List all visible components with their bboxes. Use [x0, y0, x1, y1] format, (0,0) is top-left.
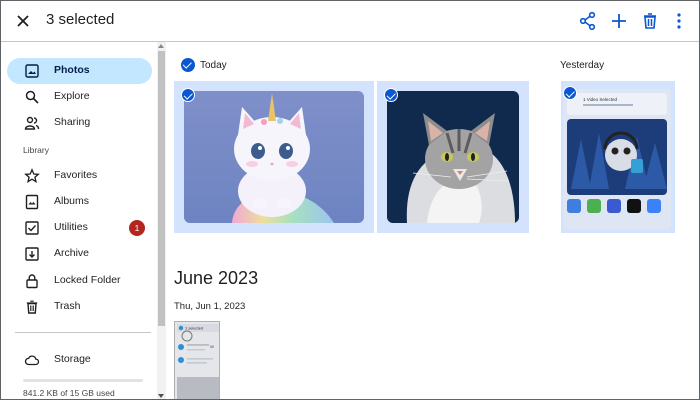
- scroll-down-arrow[interactable]: [158, 394, 164, 398]
- phone-screenshot-thumbnail: 1 Video Selected: [563, 89, 671, 229]
- sidebar-item-sharing[interactable]: Sharing: [7, 110, 152, 136]
- group-label-today: Today: [200, 60, 227, 71]
- sidebar-item-label: Trash: [54, 300, 81, 312]
- library-section-label: Library: [23, 145, 49, 155]
- sidebar-item-label: Sharing: [54, 116, 91, 128]
- sidebar-item-locked-folder[interactable]: Locked Folder: [7, 268, 152, 294]
- sidebar-scrollbar[interactable]: [157, 42, 166, 399]
- screenshot-title-text: 1 selected: [185, 326, 203, 331]
- photo-grid: Today Yesterday 1 Video Selected June 20…: [166, 42, 699, 399]
- sidebar-item-albums[interactable]: Albums: [7, 189, 152, 215]
- selection-toolbar: 3 selected: [1, 1, 699, 42]
- more-vert-icon[interactable]: [668, 10, 690, 32]
- trash-icon[interactable]: [639, 10, 661, 32]
- selected-check-icon[interactable]: [563, 86, 577, 100]
- sidebar: Photos Explore Sharing Library Favorites: [1, 42, 157, 399]
- share-icon[interactable]: [577, 10, 599, 32]
- sidebar-item-favorites[interactable]: Favorites: [7, 163, 152, 189]
- sidebar-item-label: Utilities: [54, 221, 88, 233]
- photo-tile-unicorn-kitten[interactable]: [174, 81, 374, 233]
- photo-tile-phone-screenshot[interactable]: 1 Video Selected: [561, 81, 675, 233]
- photo-image: [184, 91, 364, 223]
- sidebar-item-label: Photos: [54, 64, 90, 76]
- selected-check-icon[interactable]: [384, 88, 398, 102]
- unicorn-kitten-illustration: [184, 91, 364, 223]
- screenshot-title-text: 1 Video Selected: [583, 97, 617, 102]
- group-label-yesterday: Yesterday: [560, 60, 605, 71]
- photo-image: 1 Video Selected: [563, 89, 671, 229]
- sidebar-item-explore[interactable]: Explore: [7, 84, 152, 110]
- scroll-up-arrow[interactable]: [158, 44, 164, 48]
- photo-tile-screenshot-june[interactable]: 1 selected 00: [174, 321, 220, 399]
- sidebar-item-photos[interactable]: Photos: [7, 58, 152, 84]
- close-icon[interactable]: [13, 11, 33, 31]
- storage-usage-text: 841.2 KB of 15 GB used: [23, 388, 115, 398]
- scrollbar-thumb[interactable]: [158, 51, 165, 326]
- star-icon: [24, 168, 40, 183]
- group-select-check-icon[interactable]: [181, 58, 195, 72]
- archive-icon: [25, 247, 39, 261]
- selection-count: 3 selected: [46, 11, 115, 28]
- add-icon[interactable]: [608, 10, 630, 32]
- selected-check-icon[interactable]: [181, 88, 195, 102]
- checkbox-icon: [25, 221, 39, 235]
- month-heading: June 2023: [174, 268, 259, 288]
- photo-image: [387, 91, 519, 223]
- sidebar-divider: [15, 332, 151, 333]
- search-icon: [25, 90, 39, 104]
- lock-icon: [26, 274, 38, 289]
- album-icon: [25, 194, 39, 210]
- sidebar-item-archive[interactable]: Archive: [7, 241, 152, 267]
- date-heading: Thu, Jun 1, 2023: [174, 301, 246, 312]
- sidebar-item-storage[interactable]: Storage: [7, 347, 152, 373]
- sidebar-item-label: Favorites: [54, 169, 98, 181]
- sidebar-item-label: Explore: [54, 90, 90, 102]
- sidebar-item-label: Storage: [54, 353, 91, 365]
- screenshot-thumbnail: 1 selected 00: [175, 322, 219, 399]
- photos-window: 3 selected Photos Explore Sharing Librar…: [0, 0, 700, 400]
- screenshot-line-text: 00: [210, 345, 214, 349]
- sidebar-item-label: Albums: [54, 195, 90, 207]
- tabby-cat-photo: [387, 91, 519, 223]
- storage-usage-bar: [23, 379, 143, 382]
- trash-icon: [26, 300, 38, 314]
- sidebar-item-utilities[interactable]: Utilities 1: [7, 215, 152, 241]
- sidebar-item-label: Locked Folder: [54, 274, 121, 286]
- sidebar-item-label: Archive: [54, 247, 90, 259]
- sidebar-item-trash[interactable]: Trash: [7, 294, 152, 320]
- photo-icon: [25, 64, 39, 78]
- cloud-icon: [24, 355, 40, 366]
- people-icon: [24, 116, 40, 130]
- notification-badge: 1: [129, 220, 145, 236]
- photo-tile-tabby-cat[interactable]: [377, 81, 529, 233]
